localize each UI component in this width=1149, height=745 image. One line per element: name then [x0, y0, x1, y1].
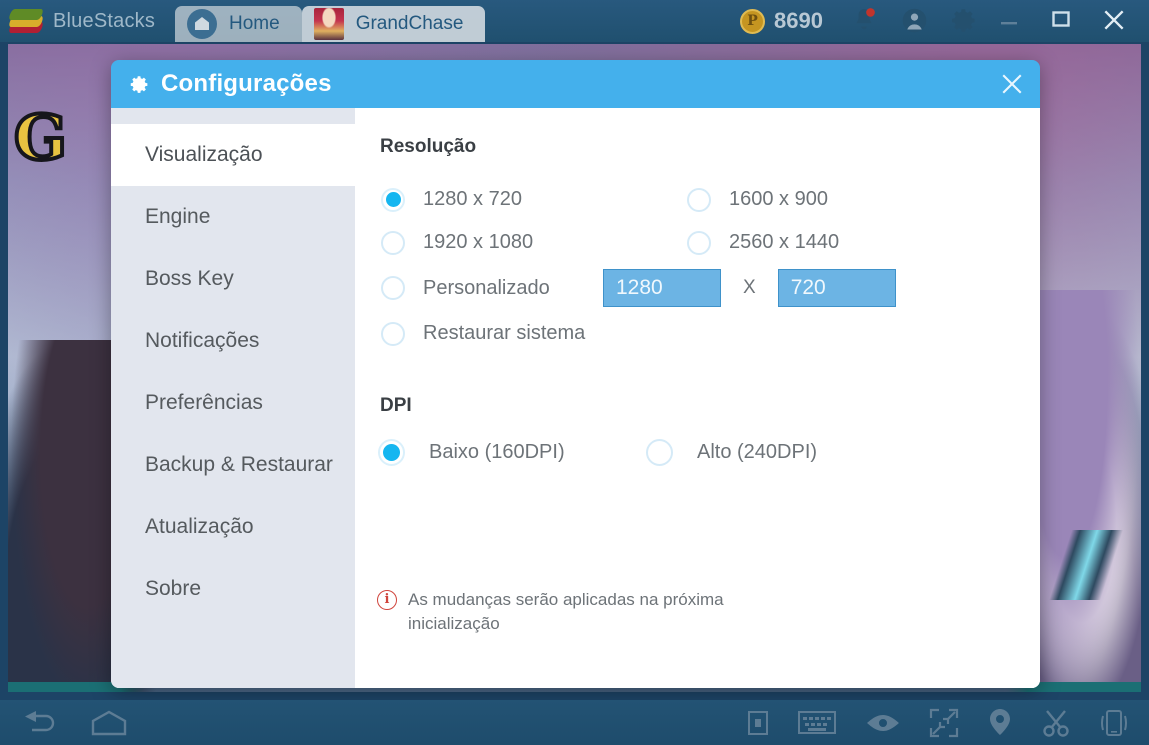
radio-indicator	[381, 276, 405, 300]
radio-label: Personalizado	[423, 276, 550, 299]
keyboard-controls-icon[interactable]	[797, 709, 837, 736]
sidebar-item-label: Atualização	[145, 515, 254, 538]
sidebar-item-label: Backup & Restaurar	[145, 453, 333, 476]
radio-label: 1280 x 720	[423, 188, 522, 210]
sidebar-item-engine[interactable]: Engine	[111, 186, 355, 248]
grandchase-app-icon	[313, 8, 344, 40]
radio-dpi-alto[interactable]: Alto (240DPI)	[646, 439, 817, 466]
radio-indicator	[687, 230, 711, 255]
brand-name: BlueStacks	[53, 9, 156, 32]
tab-home[interactable]: Home	[175, 6, 302, 42]
radio-indicator	[687, 187, 711, 212]
sidebar-item-atualizacao[interactable]: Atualização	[111, 496, 355, 558]
custom-height-input[interactable]	[777, 269, 896, 307]
scissors-screenshot-icon[interactable]	[1041, 708, 1071, 738]
home-icon[interactable]	[90, 710, 128, 736]
user-account-icon[interactable]	[901, 7, 929, 35]
dpi-radio-group: Baixo (160DPI) Alto (240DPI)	[378, 439, 1040, 466]
radio-label: 2560 x 1440	[729, 231, 840, 253]
dialog-body: Visualização Engine Boss Key Notificaçõe…	[111, 108, 1040, 688]
sidebar-item-boss-key[interactable]: Boss Key	[111, 248, 355, 310]
back-icon[interactable]	[22, 710, 62, 736]
dialog-title: Configurações	[161, 70, 332, 97]
bottom-toolbar	[0, 700, 1149, 745]
sidebar-item-label: Sobre	[145, 577, 202, 600]
dialog-title-bar: Configurações	[111, 60, 1040, 108]
radio-label: Restaurar sistema	[423, 322, 586, 344]
sidebar-item-preferencias[interactable]: Preferências	[111, 372, 355, 434]
coin-icon: P	[740, 8, 766, 34]
radio-label: 1920 x 1080	[423, 231, 534, 253]
restart-note-text: As mudanças serão aplicadas na próxima i…	[408, 589, 724, 633]
resolution-radio-group: 1280 x 720 1600 x 900 1920 x 1080 2560 x…	[381, 178, 1040, 355]
home-icon	[187, 9, 217, 39]
minimize-button[interactable]	[997, 7, 1025, 35]
maximize-button[interactable]	[1049, 7, 1077, 35]
tab-home-label: Home	[229, 13, 280, 34]
sidebar-item-label: Engine	[145, 205, 211, 228]
close-button[interactable]	[1101, 7, 1129, 35]
sidebar-item-sobre[interactable]: Sobre	[111, 558, 355, 620]
settings-dialog: Configurações Visualização Engine Boss K…	[111, 60, 1040, 688]
sidebar-item-backup-restaurar[interactable]: Backup & Restaurar	[111, 434, 355, 496]
tab-grandchase-label: GrandChase	[355, 13, 464, 34]
radio-indicator	[381, 321, 405, 346]
radio-indicator	[378, 439, 405, 466]
section-title-resolution: Resolução	[380, 136, 477, 157]
gear-icon	[129, 74, 150, 95]
settings-gear-icon[interactable]	[951, 7, 979, 35]
location-pin-icon[interactable]	[987, 708, 1013, 738]
radio-label: 1600 x 900	[729, 188, 828, 210]
section-title-dpi: DPI	[380, 395, 412, 416]
radio-label: Baixo (160DPI)	[429, 441, 565, 463]
radio-resolution-1920x1080[interactable]: 1920 x 1080	[381, 230, 687, 255]
radio-resolution-personalizado[interactable]: Personalizado	[381, 276, 603, 300]
sidebar-item-notificacoes[interactable]: Notificações	[111, 310, 355, 372]
settings-sidebar: Visualização Engine Boss Key Notificaçõe…	[111, 108, 355, 688]
fullscreen-icon[interactable]	[929, 708, 959, 738]
radio-label: Alto (240DPI)	[697, 441, 818, 463]
sidebar-item-label: Boss Key	[145, 267, 234, 290]
settings-content-visualizacao: Resolução 1280 x 720 1600 x 900 1920 x 1…	[355, 108, 1040, 688]
radio-resolution-1280x720[interactable]: 1280 x 720	[381, 187, 687, 212]
resolution-separator: X	[743, 277, 756, 298]
top-bar: BlueStacks Home GrandChase P 8690	[0, 0, 1149, 42]
custom-width-input[interactable]	[603, 269, 721, 307]
radio-indicator	[381, 187, 405, 212]
notifications-bell-icon[interactable]	[851, 7, 879, 35]
shake-phone-icon[interactable]	[1099, 708, 1127, 738]
multi-instance-icon[interactable]	[747, 710, 769, 736]
close-icon[interactable]	[998, 70, 1026, 98]
radio-indicator	[381, 230, 405, 255]
sidebar-item-label: Preferências	[145, 391, 263, 414]
tab-grandchase[interactable]: GrandChase	[301, 6, 486, 42]
radio-indicator	[646, 439, 673, 466]
eye-icon[interactable]	[865, 711, 901, 735]
radio-dpi-baixo[interactable]: Baixo (160DPI)	[378, 439, 646, 466]
info-icon: i	[377, 589, 397, 610]
restart-note: i As mudanças serão aplicadas na próxima…	[377, 588, 738, 636]
bluestacks-layers-icon	[7, 6, 45, 36]
points-value: 8690	[774, 8, 823, 33]
dpi-section: DPI Baixo (160DPI) Alto (240DPI)	[355, 395, 1040, 466]
radio-resolution-2560x1440[interactable]: 2560 x 1440	[687, 230, 840, 255]
bluestacks-window: G BlueStacks Home GrandChase P 8690 Conf…	[0, 0, 1149, 745]
sidebar-item-label: Notificações	[145, 329, 260, 352]
points-display[interactable]: P 8690	[740, 8, 823, 34]
radio-resolution-restaurar-sistema[interactable]: Restaurar sistema	[381, 321, 687, 346]
radio-resolution-1600x900[interactable]: 1600 x 900	[687, 187, 828, 212]
sidebar-item-visualizacao[interactable]: Visualização	[111, 124, 355, 186]
brand: BlueStacks	[0, 6, 175, 36]
sidebar-item-label: Visualização	[145, 143, 263, 166]
